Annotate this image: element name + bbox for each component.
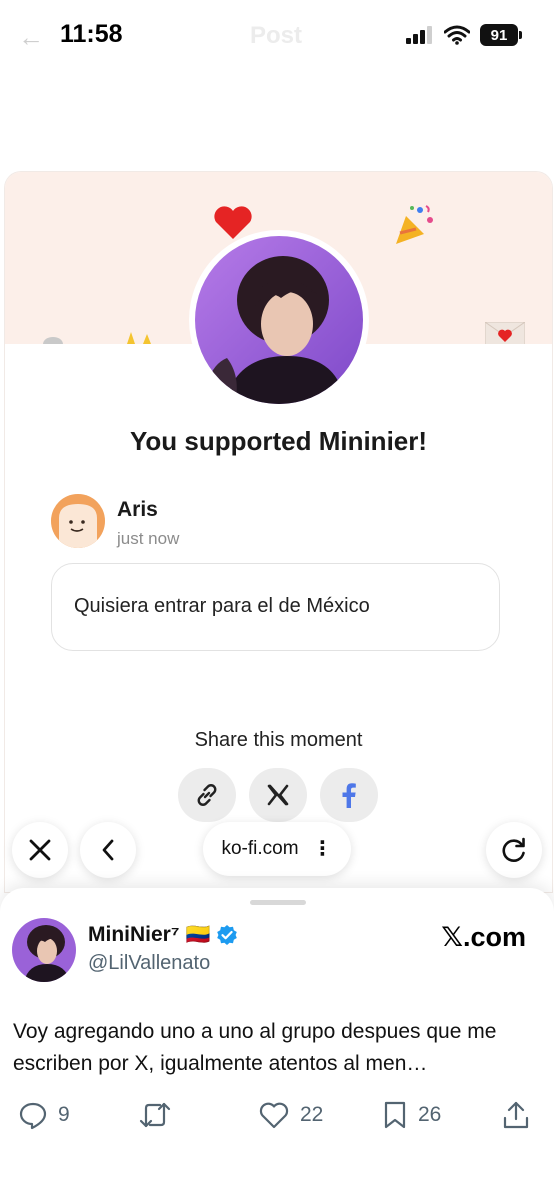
close-icon: [29, 839, 51, 861]
bookmark-count: 26: [418, 1103, 442, 1126]
supporter-name: Aris: [117, 498, 158, 521]
share-x-button[interactable]: [249, 768, 307, 822]
heart-outline-icon: [259, 1102, 289, 1129]
x-logo-icon: [267, 784, 289, 806]
share-facebook-button[interactable]: [320, 768, 378, 822]
more-options-icon[interactable]: ⋮: [313, 839, 333, 859]
faded-page-title: Post: [250, 22, 303, 49]
status-icons: 91: [406, 24, 522, 46]
tweet-actions: 9 22 26: [0, 1100, 554, 1136]
creator-avatar-photo: [195, 236, 363, 404]
reply-count: 9: [58, 1103, 70, 1126]
party-popper-icon: [396, 205, 433, 244]
link-icon: [197, 784, 217, 806]
chevron-left-icon: [102, 839, 114, 861]
reply-icon: [19, 1102, 47, 1130]
like-count: 22: [300, 1103, 324, 1126]
reload-button[interactable]: [486, 822, 542, 878]
battery-indicator: 91: [480, 24, 522, 46]
kofi-success-card: You supported Mininier! Aris just now Qu…: [5, 172, 552, 892]
repost-button[interactable]: [138, 1100, 172, 1130]
tweet-author-name[interactable]: MiniNier⁷: [88, 923, 180, 947]
support-message: Quisiera entrar para el de México: [74, 595, 370, 617]
reply-button[interactable]: 9: [18, 1100, 70, 1130]
reload-icon: [502, 837, 525, 862]
money-bag-icon: [43, 337, 63, 344]
verified-badge-icon: [217, 924, 238, 945]
tweet-text[interactable]: Voy agregando uno a uno al grupo despues…: [13, 1016, 538, 1080]
tweet-author-handle[interactable]: @LilVallenato: [88, 952, 210, 975]
tweet-preview-sheet[interactable]: MiniNier⁷ 🇨🇴 @LilVallenato 𝕏.com Voy agr…: [0, 888, 554, 1199]
status-bar: ← 11:58 Post 91: [0, 0, 554, 72]
browser-controls: ko-fi.com ⋮: [0, 820, 554, 882]
tweet-author-name-row: MiniNier⁷ 🇨🇴: [88, 922, 238, 947]
colombia-flag-icon: 🇨🇴: [185, 924, 211, 946]
battery-level: 91: [490, 26, 508, 44]
x-com-logo[interactable]: 𝕏.com: [441, 922, 526, 953]
share-tweet-button[interactable]: [502, 1100, 530, 1130]
like-button[interactable]: 22: [258, 1100, 323, 1130]
share-icon: [503, 1101, 529, 1129]
tweet-author-avatar[interactable]: [12, 918, 76, 982]
supporter-timestamp: just now: [117, 529, 180, 548]
love-letter-icon: [485, 322, 525, 344]
url-text: ko-fi.com: [221, 838, 299, 859]
bookmark-icon: [384, 1101, 406, 1129]
support-message-box: Quisiera entrar para el de México: [51, 563, 500, 651]
support-heading: You supported Mininier!: [129, 426, 428, 456]
supporter-avatar: [51, 494, 105, 548]
facebook-icon: [342, 783, 356, 808]
cellular-signal-icon: [406, 26, 432, 44]
url-bar[interactable]: ko-fi.com ⋮: [203, 822, 351, 876]
share-label: Share this moment: [194, 729, 363, 751]
browser-back-button[interactable]: [80, 822, 136, 878]
close-browser-button[interactable]: [12, 822, 68, 878]
wifi-icon: [444, 25, 470, 45]
creator-avatar: [189, 230, 369, 410]
sparkles-icon: [127, 332, 151, 344]
repost-icon: [139, 1102, 171, 1128]
share-link-button[interactable]: [178, 768, 236, 822]
bookmark-button[interactable]: 26: [382, 1100, 441, 1130]
sheet-grabber[interactable]: [250, 900, 306, 905]
faded-back-arrow-icon: ←: [18, 22, 44, 52]
status-time: 11:58: [60, 20, 123, 48]
